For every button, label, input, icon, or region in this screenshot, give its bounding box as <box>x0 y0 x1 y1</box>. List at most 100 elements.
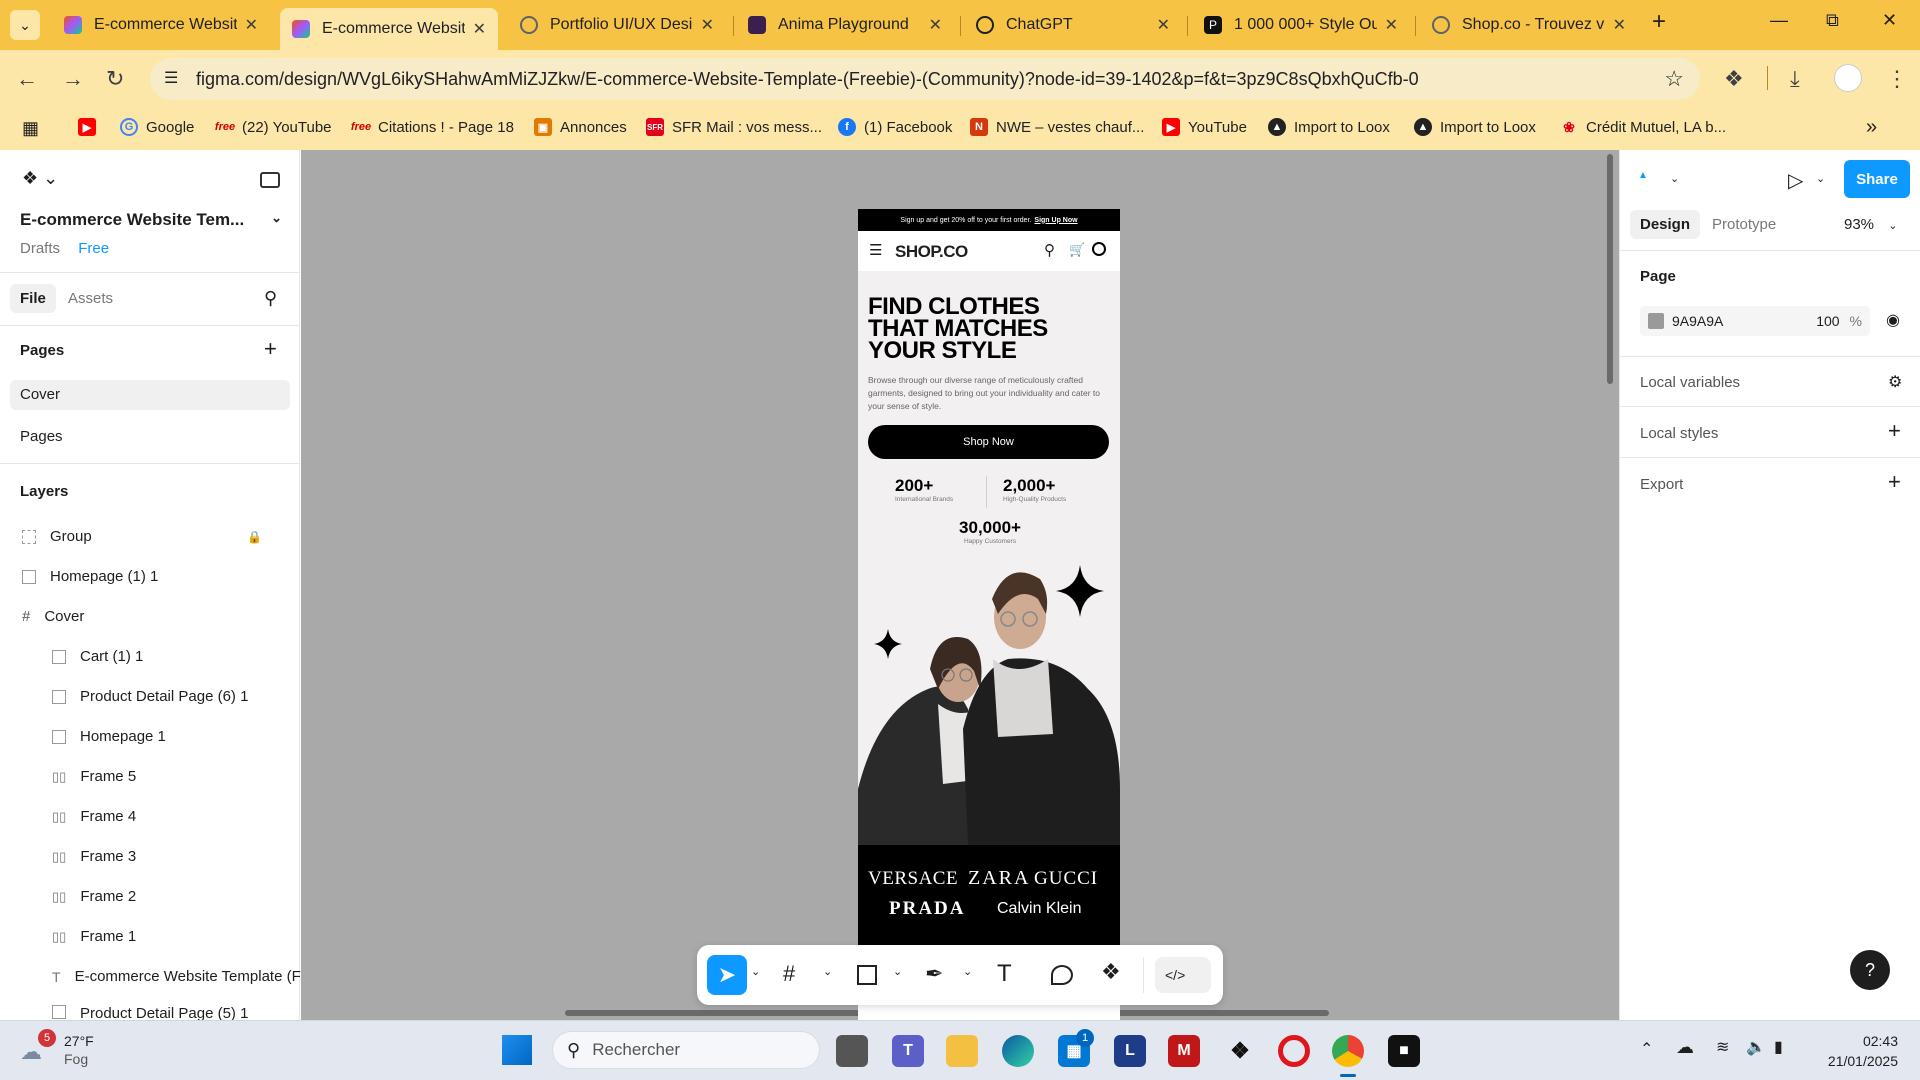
reload-icon[interactable]: ↻ <box>106 66 124 92</box>
extensions-icon[interactable]: ❖ <box>1724 66 1744 92</box>
browser-tab[interactable]: ChatGPT ✕ <box>964 8 1182 42</box>
bookmark-item[interactable]: SFR SFR Mail : vos mess... <box>646 118 822 136</box>
address-bar[interactable]: ☰ figma.com/design/WVgL6ikySHahwAmMiZJZk… <box>150 58 1700 100</box>
figma-menu-icon[interactable]: ❖ ⌄ <box>22 168 58 189</box>
chevron-down-icon[interactable]: ⌄ <box>1816 172 1825 185</box>
close-icon[interactable]: ✕ <box>1385 15 1398 35</box>
chevron-down-icon[interactable]: ⌄ <box>823 965 832 978</box>
file-explorer-icon[interactable] <box>946 1035 978 1067</box>
bookmark-item[interactable]: f (1) Facebook <box>838 118 952 136</box>
close-icon[interactable]: ✕ <box>701 15 714 35</box>
site-logo[interactable]: SHOP.CO <box>895 242 968 262</box>
clock[interactable]: 02:43 21/01/2025 <box>1818 1033 1898 1069</box>
search-icon[interactable]: ⚲ <box>1044 241 1055 259</box>
variables-settings-icon[interactable]: ⚙ <box>1888 372 1902 392</box>
page-item-pages[interactable]: Pages <box>20 428 63 445</box>
chevron-down-icon[interactable]: ⌄ <box>1670 172 1679 185</box>
battery-icon[interactable]: ▮ <box>1774 1037 1783 1057</box>
layer-row[interactable]: # Cover <box>22 608 84 625</box>
browser-tab-active[interactable]: E-commerce Website ✕ <box>280 8 498 50</box>
present-play-icon[interactable]: ▷ <box>1788 168 1803 193</box>
bookmark-item[interactable]: ❀ Crédit Mutuel, LA b... <box>1560 118 1726 136</box>
download-icon[interactable]: ⤓ <box>1790 66 1800 92</box>
page-color-field[interactable]: 9A9A9A 100 % <box>1640 306 1870 336</box>
capcut-icon[interactable]: ■ <box>1388 1035 1420 1067</box>
canvas-scrollbar-vertical[interactable] <box>1607 154 1613 384</box>
mcafee-icon[interactable]: M <box>1168 1035 1200 1067</box>
zoom-dropdown[interactable]: 93% ⌄ <box>1844 216 1897 233</box>
frame-tool-icon[interactable]: # <box>783 961 795 987</box>
chevron-down-icon[interactable]: ⌄ <box>271 210 282 230</box>
text-tool-icon[interactable]: T <box>997 960 1012 988</box>
back-icon[interactable]: ← <box>16 66 38 92</box>
page-item-cover[interactable]: Cover <box>10 380 290 410</box>
shape-tool-icon[interactable] <box>857 965 877 985</box>
close-icon[interactable]: ✕ <box>473 19 486 39</box>
layer-row[interactable]: ▯▯ Frame 2 <box>52 888 136 905</box>
comment-tool-icon[interactable] <box>1051 965 1073 985</box>
hamburger-icon[interactable]: ☰ <box>869 241 882 259</box>
bookmark-item[interactable]: ▶ YouTube <box>1162 118 1247 136</box>
tab-prototype[interactable]: Prototype <box>1712 216 1776 233</box>
layer-row[interactable]: T E-commerce Website Template (F <box>52 968 301 985</box>
forward-icon[interactable]: → <box>62 66 84 92</box>
browser-tab[interactable]: Portfolio UI/UX Desig ✕ <box>508 8 726 42</box>
layer-row[interactable]: Homepage (1) 1 <box>22 568 158 585</box>
close-icon[interactable]: ✕ <box>1613 15 1626 35</box>
dropbox-icon[interactable]: ❖ <box>1224 1035 1256 1067</box>
chevron-down-icon[interactable]: ⌄ <box>963 965 972 978</box>
edge-icon[interactable] <box>1002 1035 1034 1067</box>
bookmark-youtube[interactable]: ▶ <box>78 118 104 136</box>
eye-icon[interactable]: ◉ <box>1886 310 1900 330</box>
close-icon[interactable]: ✕ <box>929 15 942 35</box>
layer-row[interactable]: ▯▯ Frame 1 <box>52 928 136 945</box>
chrome-icon[interactable] <box>1332 1035 1364 1067</box>
taskbar-search[interactable]: ⚲ Rechercher <box>552 1031 820 1069</box>
shop-now-button[interactable]: Shop Now <box>868 425 1109 459</box>
tab-assets[interactable]: Assets <box>68 290 113 307</box>
letter-app-icon[interactable]: L <box>1114 1035 1146 1067</box>
browser-tab[interactable]: Shop.co - Trouvez vo ✕ <box>1420 8 1638 42</box>
add-style-icon[interactable]: + <box>1888 418 1901 444</box>
tab-search-button[interactable]: ⌄ <box>10 10 40 40</box>
windows-start-icon[interactable] <box>502 1035 532 1065</box>
tab-file[interactable]: File <box>10 284 56 313</box>
file-title[interactable]: E-commerce Website Tem... ⌄ <box>20 210 282 230</box>
add-page-icon[interactable]: + <box>264 336 277 362</box>
layer-row[interactable]: Homepage 1 <box>52 728 166 745</box>
tab-design[interactable]: Design <box>1630 210 1701 239</box>
opera-icon[interactable] <box>1278 1035 1310 1067</box>
lock-icon[interactable]: 🔒 <box>247 530 262 544</box>
bookmark-item[interactable]: ▣ Annonces <box>534 118 627 136</box>
share-button[interactable]: Share <box>1844 160 1910 198</box>
chevron-down-icon[interactable]: ⌄ <box>893 965 902 978</box>
layer-row[interactable]: ▯▯ Frame 4 <box>52 808 136 825</box>
bookmark-item[interactable]: N NWE – vestes chauf... <box>970 118 1144 136</box>
layer-row[interactable]: Product Detail Page (5) 1 <box>52 1005 248 1020</box>
apps-grid-icon[interactable]: ▦ <box>22 118 39 139</box>
chevron-down-icon[interactable]: ⌄ <box>751 965 760 978</box>
teams-icon[interactable]: T <box>892 1035 924 1067</box>
bookmark-item[interactable]: ▲ Import to Loox <box>1414 118 1536 136</box>
plan-badge[interactable]: Free <box>78 240 109 257</box>
pen-tool-icon[interactable]: ✒ <box>925 961 943 987</box>
weather-widget[interactable]: ☁ 5 27°F Fog <box>20 1029 120 1071</box>
actions-icon[interactable]: ❖ <box>1101 959 1121 985</box>
more-bookmarks-icon[interactable]: » <box>1866 116 1877 139</box>
cover-frame[interactable]: Sign up and get 20% off to your first or… <box>858 209 1120 1020</box>
browser-tab[interactable]: E-commerce Website ✕ <box>52 8 270 42</box>
minimize-icon[interactable]: — <box>1770 10 1788 31</box>
bookmark-star-icon[interactable]: ☆ <box>1664 66 1684 92</box>
local-variables-row[interactable]: Local variables <box>1640 374 1740 391</box>
close-icon[interactable]: ✕ <box>1157 15 1170 35</box>
help-button[interactable]: ? <box>1850 950 1890 990</box>
volume-icon[interactable]: 🔈 <box>1746 1037 1766 1057</box>
avatar[interactable]: ▲ <box>1638 170 1666 192</box>
layer-row[interactable]: Group 🔒 <box>22 528 262 545</box>
color-swatch[interactable] <box>1648 313 1664 329</box>
design-canvas[interactable]: Sign up and get 20% off to your first or… <box>301 150 1619 1020</box>
local-styles-row[interactable]: Local styles <box>1640 425 1718 442</box>
sidebar-toggle-icon[interactable] <box>260 172 280 188</box>
browser-tab[interactable]: P 1 000 000+ Style Out ✕ <box>1192 8 1410 42</box>
search-icon[interactable]: ⚲ <box>264 288 277 309</box>
